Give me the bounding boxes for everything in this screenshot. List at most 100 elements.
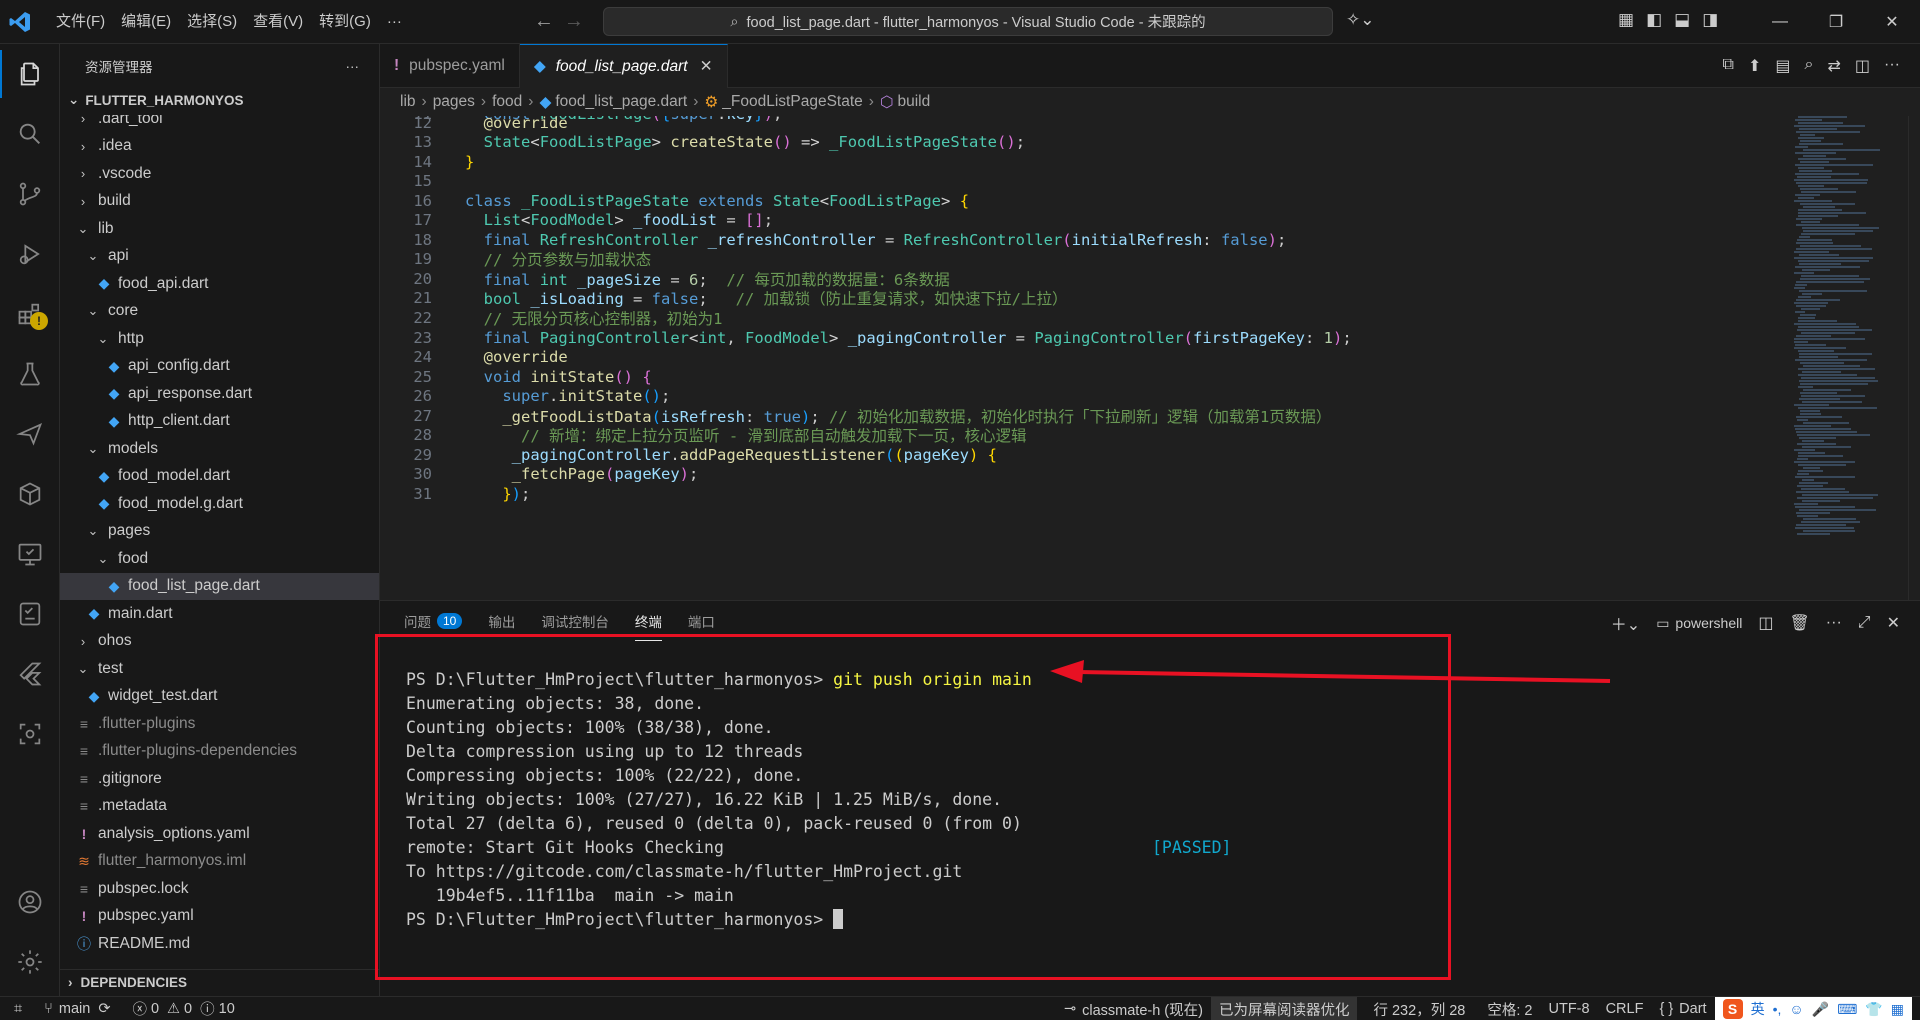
breadcrumb-food[interactable]: food: [492, 93, 522, 111]
branch-indicator[interactable]: ⑂ main ⟳: [36, 997, 118, 1020]
split-terminal-icon[interactable]: ◫: [1758, 613, 1773, 633]
eol-indicator[interactable]: CRLF: [1598, 997, 1652, 1020]
tree-file[interactable]: ◆ api_config.dart: [60, 353, 379, 380]
cursor-position[interactable]: 行 232，列 28: [1365, 997, 1473, 1020]
tab-ports[interactable]: 端口: [688, 601, 715, 641]
menu-selection[interactable]: 选择(S): [179, 0, 245, 44]
flutter-icon[interactable]: [0, 650, 60, 698]
tab-terminal[interactable]: 终端: [634, 601, 662, 641]
tree-file[interactable]: ◆ main.dart: [60, 600, 379, 627]
restore-icon[interactable]: ❐: [1808, 0, 1864, 44]
tab-debug-console[interactable]: 调试控制台: [541, 601, 609, 641]
tree-folder[interactable]: › build: [60, 188, 379, 215]
ime-toolbar[interactable]: S 英 •, ☺ 🎤 ⌨ 👕 ▦: [1714, 997, 1912, 1020]
compare-icon[interactable]: ⇄: [1827, 56, 1840, 76]
tree-folder[interactable]: ⌄ models: [60, 435, 379, 462]
explorer-icon[interactable]: [0, 50, 60, 98]
checklist-icon[interactable]: [0, 590, 60, 638]
git-blame-indicator[interactable]: ⊸ classmate-h (现在): [1056, 997, 1211, 1020]
breadcrumb-class[interactable]: _FoodListPageState: [722, 93, 862, 111]
terminal-shell-selector[interactable]: ▭ powershell: [1656, 615, 1742, 632]
run-debug-icon[interactable]: [0, 230, 60, 278]
close-window-icon[interactable]: ✕: [1864, 0, 1920, 44]
tree-folder[interactable]: ⌄ pages: [60, 518, 379, 545]
copilot-icon[interactable]: ✧⌄: [1346, 10, 1375, 30]
remote-explorer-icon[interactable]: [0, 530, 60, 578]
code-editor[interactable]: 11 const FoodListPage({super.key}); 12 @…: [380, 116, 1790, 600]
tree-folder[interactable]: ⌄ http: [60, 325, 379, 352]
menu-view[interactable]: 查看(V): [245, 0, 311, 44]
maximize-panel-icon[interactable]: ⤢: [1858, 614, 1871, 632]
search-icon[interactable]: [0, 110, 60, 158]
editor-scrollbar[interactable]: [1908, 116, 1920, 600]
forward-arrow-icon[interactable]: →: [564, 10, 584, 33]
trash-icon[interactable]: 🗑: [1789, 613, 1809, 633]
explorer-root-folder[interactable]: ⌄ FLUTTER_HARMONYOS: [60, 88, 379, 112]
source-control-icon[interactable]: [0, 170, 60, 218]
menu-file[interactable]: 文件(F): [48, 0, 113, 44]
menu-more[interactable]: ···: [379, 0, 410, 44]
sidebar-more-icon[interactable]: ···: [346, 59, 360, 74]
tree-file[interactable]: ≡ .gitignore: [60, 765, 379, 792]
tree-folder[interactable]: › ohos: [60, 628, 379, 655]
more-actions-icon[interactable]: ···: [1884, 56, 1900, 76]
toggle-sidebar-icon[interactable]: ◧: [1646, 10, 1662, 30]
remote-send-icon[interactable]: [0, 410, 60, 458]
tree-file[interactable]: ◆ api_response.dart: [60, 380, 379, 407]
tree-file[interactable]: ≡ .metadata: [60, 793, 379, 820]
tree-file[interactable]: ≡ pubspec.lock: [60, 875, 379, 902]
breadcrumb-file[interactable]: food_list_page.dart: [555, 93, 687, 111]
tab-food-list-page[interactable]: ◆ food_list_page.dart ✕: [519, 44, 728, 88]
settings-gear-icon[interactable]: [0, 938, 60, 986]
tree-file[interactable]: ≡ .flutter-plugins: [60, 710, 379, 737]
tree-folder[interactable]: › .vscode: [60, 160, 379, 187]
toggle-panel-icon[interactable]: ⬓: [1674, 10, 1690, 30]
tab-pubspec-yaml[interactable]: ! pubspec.yaml: [380, 44, 520, 88]
scan-icon[interactable]: [0, 710, 60, 758]
encoding-indicator[interactable]: UTF-8: [1540, 997, 1597, 1020]
tree-folder[interactable]: ⌄ test: [60, 655, 379, 682]
close-tab-icon[interactable]: ✕: [700, 57, 713, 76]
tree-folder[interactable]: ⌄ core: [60, 298, 379, 325]
publish-icon[interactable]: ⬆: [1748, 56, 1761, 76]
breadcrumb-pages[interactable]: pages: [433, 93, 475, 111]
minimap[interactable]: [1790, 116, 1908, 600]
breadcrumb-method[interactable]: build: [897, 93, 930, 111]
testing-icon[interactable]: [0, 350, 60, 398]
tree-file[interactable]: ◆ food_api.dart: [60, 270, 379, 297]
tree-file[interactable]: ◆ food_model.g.dart: [60, 490, 379, 517]
extensions-icon[interactable]: !: [0, 290, 60, 338]
account-icon[interactable]: [0, 878, 60, 926]
tree-file[interactable]: ≡ .flutter-plugins-dependencies: [60, 738, 379, 765]
new-terminal-icon[interactable]: ＋⌄: [1611, 611, 1640, 635]
language-indicator[interactable]: { } Dart: [1651, 997, 1714, 1020]
tab-problems[interactable]: 问题 10: [404, 601, 463, 641]
menu-go[interactable]: 转到(G): [311, 0, 379, 44]
screen-reader-indicator[interactable]: 已为屏幕阅读器优化: [1210, 997, 1358, 1020]
toggle-secondary-sidebar-icon[interactable]: ◨: [1702, 10, 1718, 30]
terminal-output[interactable]: PS D:\Flutter_HmProject\flutter_harmonyo…: [380, 641, 1920, 997]
problems-indicator[interactable]: ⓧ 0 ⚠ 0 ⓘ 10: [124, 997, 242, 1020]
tree-folder[interactable]: ⌄ food: [60, 545, 379, 572]
tree-file[interactable]: ! analysis_options.yaml: [60, 820, 379, 847]
preview-icon[interactable]: ⧉: [1723, 56, 1734, 76]
menu-edit[interactable]: 编辑(E): [113, 0, 179, 44]
more-icon[interactable]: ···: [1826, 614, 1842, 632]
dependencies-section[interactable]: › DEPENDENCIES: [60, 969, 379, 995]
back-arrow-icon[interactable]: ←: [534, 10, 554, 33]
tree-folder[interactable]: › .dart_tool: [60, 115, 379, 132]
command-center[interactable]: ⌕ food_list_page.dart - flutter_harmonyo…: [603, 7, 1333, 36]
tree-file[interactable]: ◆ widget_test.dart: [60, 683, 379, 710]
tree-file[interactable]: ⓘ README.md: [60, 930, 379, 957]
tree-file[interactable]: ≋ flutter_harmonyos.iml: [60, 848, 379, 875]
remote-indicator-icon[interactable]: ⌗: [0, 997, 36, 1020]
breadcrumb-lib[interactable]: lib: [400, 93, 416, 111]
find-icon[interactable]: ⌕: [1805, 56, 1814, 76]
customize-layout-icon[interactable]: ▦: [1618, 10, 1634, 30]
tree-file[interactable]: ◆ food_list_page.dart: [60, 572, 379, 600]
tab-output[interactable]: 输出: [488, 601, 515, 641]
tree-folder[interactable]: ⌄ lib: [60, 215, 379, 242]
tree-folder[interactable]: › .idea: [60, 133, 379, 160]
tree-file[interactable]: ◆ food_model.dart: [60, 463, 379, 490]
tree-file[interactable]: ◆ http_client.dart: [60, 408, 379, 435]
